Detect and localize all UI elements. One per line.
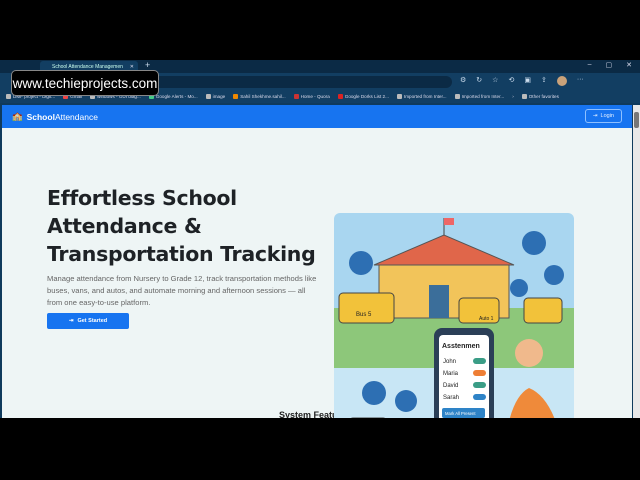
extensions-icon[interactable]: ⚙: [460, 76, 466, 86]
login-button[interactable]: ⇥ Login: [584, 109, 622, 123]
brand-logo[interactable]: SchoolAttendance: [27, 112, 98, 122]
login-icon: ⇥: [68, 318, 74, 324]
favorites-icon[interactable]: ☆: [492, 76, 498, 86]
bookmark-folder[interactable]: Imported from Inter...: [454, 94, 504, 99]
student-name: John: [443, 359, 456, 365]
school-icon: 🏫: [12, 111, 23, 121]
refresh-icon[interactable]: ↻: [476, 76, 482, 86]
web-page: 🏫 SchoolAttendance ⇥ Login Effortless Sch…: [2, 105, 632, 418]
browser-window: School Attendance Managemen ✕ + – ▢ ✕ ⚙ ↻ ☆ ⟲ ▣…: [0, 60, 640, 418]
history-icon[interactable]: ⟲: [508, 76, 514, 86]
minimize-icon[interactable]: –: [588, 61, 592, 69]
maximize-icon[interactable]: ▢: [606, 61, 613, 69]
avatar[interactable]: [556, 76, 567, 86]
bookmark[interactable]: Sahil Shekhme.sahil...: [233, 94, 286, 99]
bookmark-folder[interactable]: Other favorites: [521, 94, 559, 99]
chevron-right-icon[interactable]: ›: [512, 94, 514, 99]
hero-title: Effortless School Attendance & Transport…: [47, 186, 316, 266]
hero-illustration: Bus 5 Auto 1 Asstenmen John Maria David …: [334, 213, 574, 418]
watermark: www.techieprojects.com: [11, 70, 159, 96]
student-name: Maria: [443, 371, 459, 377]
scrollbar[interactable]: [633, 105, 640, 418]
bookmark[interactable]: Google Dorks List 2...: [337, 94, 389, 99]
bookmark-folder[interactable]: Imported from Inter...: [396, 94, 447, 99]
more-icon[interactable]: ···: [577, 76, 584, 86]
bus-label: Bus 5: [356, 312, 372, 318]
login-icon: ⇥: [592, 113, 598, 119]
navbar: 🏫 SchoolAttendance ⇥ Login: [2, 105, 632, 128]
close-window-icon[interactable]: ✕: [626, 61, 632, 69]
hero-description: Manage attendance from Nursery to Grade …: [47, 274, 317, 307]
share-icon[interactable]: ⇪: [541, 76, 547, 86]
auto-label: Auto 1: [479, 316, 494, 322]
bookmark[interactable]: Home - Quora: [293, 94, 330, 99]
bookmark[interactable]: image: [205, 94, 225, 99]
get-started-button[interactable]: ⇥ Get Started: [47, 313, 129, 329]
phone-title: Asstenmen: [442, 343, 480, 350]
new-tab-icon[interactable]: +: [145, 60, 150, 70]
mark-all-present-label: Mark All Present: [445, 411, 476, 416]
student-name: Sarah: [443, 395, 459, 401]
student-name: David: [443, 383, 458, 389]
collections-icon[interactable]: ▣: [524, 76, 531, 86]
